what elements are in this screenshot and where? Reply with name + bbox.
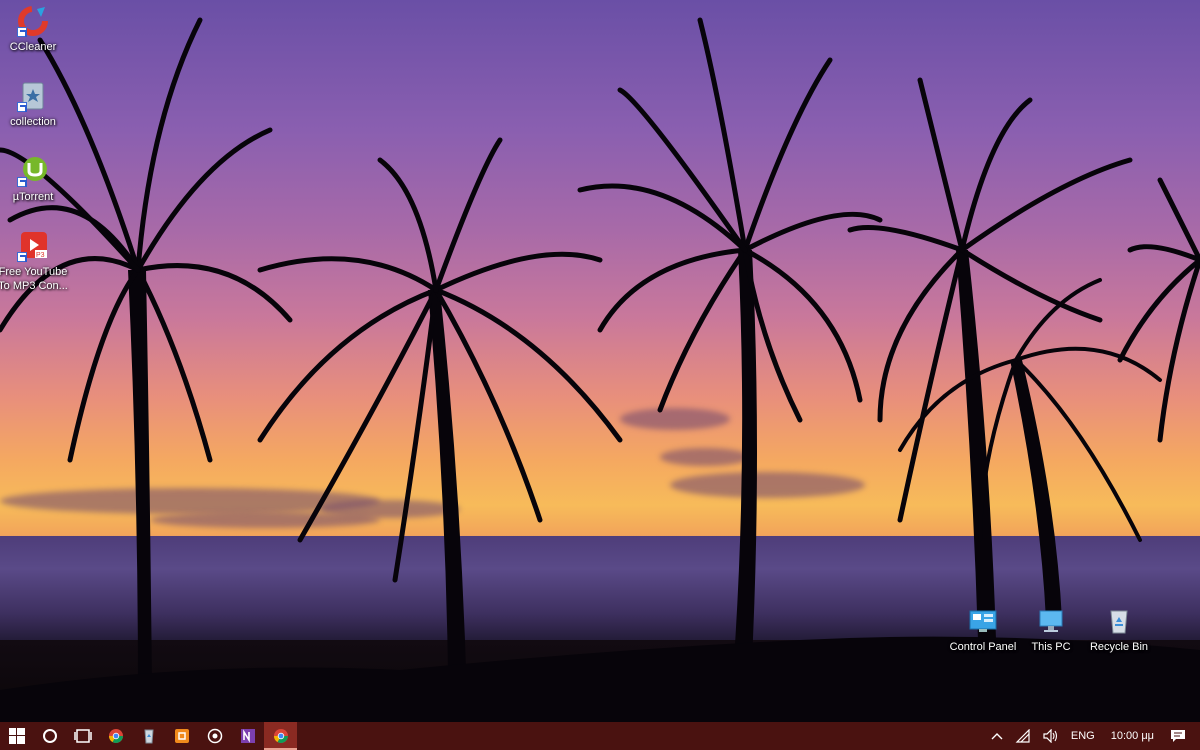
ccleaner-icon <box>17 5 49 37</box>
speaker-icon <box>1043 729 1057 743</box>
orange-app-icon <box>174 729 189 743</box>
taskbar: ENG 10:00 μμ <box>0 722 1200 750</box>
recycle-bin-icon <box>1103 605 1135 637</box>
cortana-circle-icon <box>42 729 57 743</box>
task-view-icon <box>73 729 92 743</box>
desktop-icon-label: Control Panel <box>949 641 1017 653</box>
desktop-icon-label: collection <box>10 116 56 128</box>
desktop-icon-label: Recycle Bin <box>1089 641 1149 653</box>
desktop-icon-recycle-bin[interactable]: Recycle Bin <box>1081 605 1157 654</box>
windows-logo-icon <box>8 728 25 744</box>
task-view-button[interactable] <box>66 722 99 750</box>
groove-music-icon <box>207 728 222 744</box>
desktop-icon-label: CCleaner <box>9 41 57 53</box>
chrome-active-taskbar-button[interactable] <box>264 722 297 750</box>
onenote-icon <box>240 729 255 743</box>
cortana-button[interactable] <box>33 722 66 750</box>
desktop-icon-this-pc[interactable]: This PC <box>1013 605 1089 654</box>
this-pc-icon <box>1035 605 1067 637</box>
youtube-mp3-icon: P3 <box>17 230 49 262</box>
onenote-taskbar-button[interactable] <box>231 722 264 750</box>
chrome-icon <box>273 729 288 743</box>
desktop-icon-youtube-mp3[interactable]: P3 Free YouTube To MP3 Con... <box>0 230 71 293</box>
chrome-icon <box>108 729 123 743</box>
chrome-taskbar-button[interactable] <box>99 722 132 750</box>
action-center-button[interactable] <box>1164 729 1200 743</box>
desktop-icon-label: µTorrent <box>12 191 54 203</box>
clock[interactable]: 10:00 μμ <box>1101 730 1164 742</box>
recycle-taskbar-button[interactable] <box>132 722 165 750</box>
network-button[interactable] <box>1009 729 1037 743</box>
svg-text:P3: P3 <box>36 252 45 259</box>
volume-button[interactable] <box>1037 729 1065 743</box>
start-button[interactable] <box>0 722 33 750</box>
orange-app-taskbar-button[interactable] <box>165 722 198 750</box>
collection-icon <box>17 80 49 112</box>
wifi-icon <box>1015 729 1030 743</box>
control-panel-icon <box>967 605 999 637</box>
desktop-icon-label: Free YouTube To MP3 Con... <box>0 266 68 292</box>
desktop-icon-utorrent[interactable]: µTorrent <box>0 155 71 204</box>
language-indicator[interactable]: ENG <box>1065 730 1101 742</box>
desktop-icon-control-panel[interactable]: Control Panel <box>945 605 1021 654</box>
recycle-icon <box>143 729 154 744</box>
groove-music-taskbar-button[interactable] <box>198 722 231 750</box>
desktop-icon-label: This PC <box>1031 641 1071 653</box>
desktop-icon-ccleaner[interactable]: CCleaner <box>0 5 71 54</box>
desktop-icon-collection[interactable]: collection <box>0 80 71 129</box>
notification-icon <box>1171 730 1185 742</box>
system-tray: ENG 10:00 μμ <box>985 722 1200 750</box>
utorrent-icon <box>17 155 49 187</box>
chevron-up-icon <box>991 733 1003 740</box>
show-hidden-icons-button[interactable] <box>985 731 1009 741</box>
